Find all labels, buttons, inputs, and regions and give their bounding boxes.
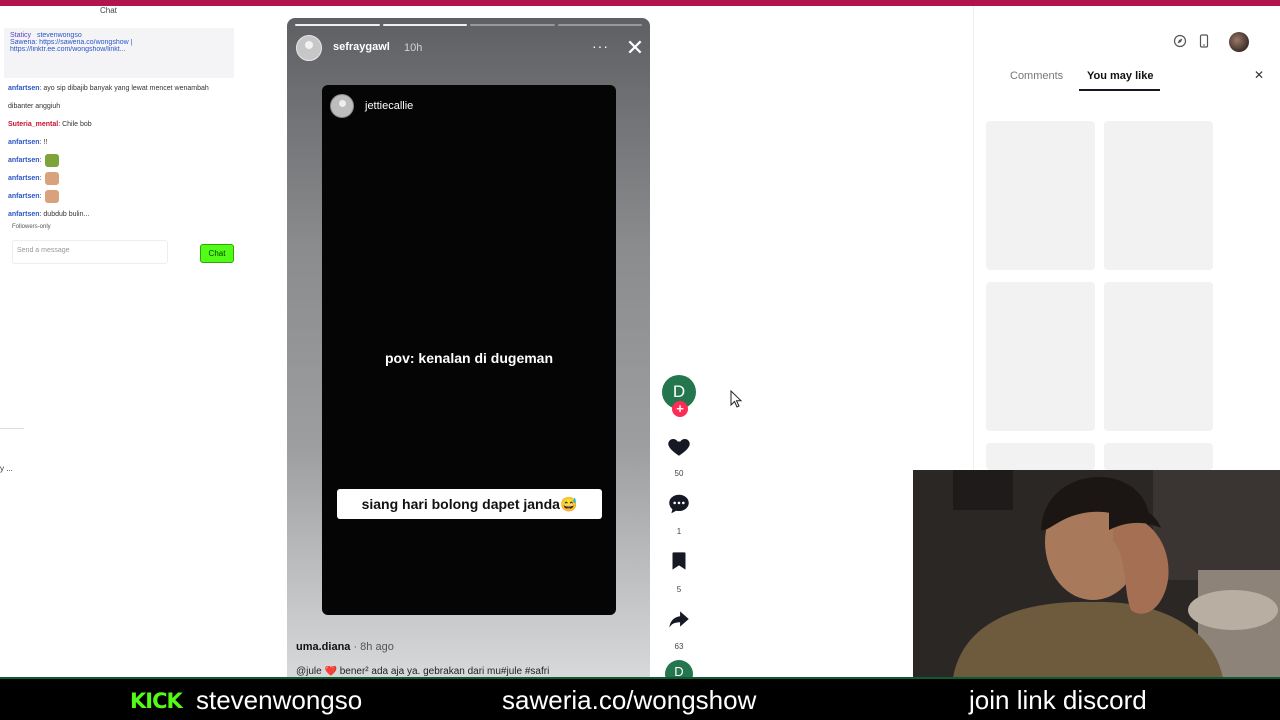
video-player[interactable]: jettiecallie pov: kenalan di dugeman sia… — [322, 85, 616, 615]
suggestion-thumbnail[interactable] — [986, 443, 1095, 470]
streamer-image — [913, 470, 1280, 678]
stream-bottom-bar: KICK stevenwongso saweria.co/wongshow jo… — [0, 677, 1280, 720]
chat-text: ayo sip dibajib banyak yang lewat mencet… — [43, 85, 209, 92]
chat-username[interactable]: anfartsen — [8, 157, 40, 164]
bookmark-icon — [672, 552, 686, 570]
comment-button[interactable] — [666, 491, 692, 517]
like-count: 50 — [674, 469, 684, 478]
chat-message: Suteria_mental: Chile bob — [8, 121, 92, 128]
suggestion-thumbnail[interactable] — [1104, 443, 1213, 470]
right-side-panel: Comments You may like ✕ — [973, 6, 1280, 470]
pinned-line-2[interactable]: https://linktr.ee.com/wongshow/linkt... — [10, 46, 228, 53]
suggestion-thumbnail[interactable] — [986, 282, 1095, 431]
compass-icon[interactable] — [1173, 34, 1187, 48]
chat-message: anfartsen: — [8, 152, 234, 170]
chat-send-button[interactable]: Chat — [200, 244, 234, 263]
story-username[interactable]: sefraygawl — [333, 41, 390, 53]
kick-logo: KICK — [130, 689, 183, 713]
follow-plus-icon[interactable]: + — [672, 401, 688, 417]
chat-username[interactable]: anfartsen — [8, 139, 40, 146]
share-count: 63 — [674, 642, 684, 651]
chat-text: Chile bob — [62, 121, 92, 128]
chat-message-list: anfartsen: ayo sip dibajib banyak yang l… — [8, 80, 234, 224]
chat-message: anfartsen: ayo sip dibajib banyak yang l… — [8, 85, 209, 92]
video-avatar — [330, 94, 354, 118]
suggestion-thumbnail[interactable] — [986, 121, 1095, 270]
chat-text: !! — [43, 139, 48, 146]
divider — [0, 428, 24, 429]
suggestion-thumbnail[interactable] — [1104, 121, 1213, 270]
active-tab-underline — [1079, 89, 1160, 91]
mouse-cursor-icon — [730, 389, 743, 413]
emote-icon — [45, 153, 60, 167]
chat-username[interactable]: Suteria_mental — [8, 121, 58, 128]
chat-username[interactable]: anfartsen — [8, 211, 40, 218]
story-time: 10h — [404, 42, 423, 54]
chat-message: anfartsen: dubdub bulin... — [8, 211, 90, 218]
tab-comments[interactable]: Comments — [1010, 70, 1063, 82]
chat-pinned-message: Staticy stevenwongso Saweria: https://sa… — [4, 28, 234, 78]
share-button[interactable] — [666, 606, 692, 632]
suggestion-thumbnail[interactable] — [1104, 282, 1213, 431]
progress-segment — [382, 24, 467, 26]
story-author: uma.diana · 8h ago — [296, 641, 394, 653]
emote-icon — [45, 171, 60, 185]
pinned-mention[interactable]: stevenwongso — [37, 32, 82, 39]
close-icon[interactable]: ✕ — [624, 37, 646, 60]
webcam-feed — [913, 470, 1280, 678]
chat-panel: Chat Staticy stevenwongso Saweria: https… — [0, 6, 240, 266]
chat-input[interactable]: Send a message — [12, 240, 168, 264]
heart-icon — [668, 438, 690, 456]
story-viewer[interactable]: sefraygawl 10h ··· ✕ jettiecallie pov: k… — [287, 18, 650, 678]
chat-message: dibanter anggiuh — [8, 98, 234, 116]
followers-only-notice: Followers-only — [12, 224, 51, 230]
chat-username[interactable]: anfartsen — [8, 85, 40, 92]
video-overlay-text: pov: kenalan di dugeman — [384, 350, 554, 366]
discord-text: join link discord — [969, 685, 1147, 715]
channel-name: stevenwongso — [196, 685, 363, 715]
comment-count: 1 — [676, 527, 682, 536]
story-description: @jule ❤️ bener² ada aja ya. gebrakan dar… — [296, 666, 550, 677]
emote-icon — [45, 189, 60, 203]
tab-you-may-like[interactable]: You may like — [1087, 70, 1153, 82]
chat-title: Chat — [100, 6, 117, 15]
chat-message: anfartsen: — [8, 188, 234, 206]
save-button[interactable] — [666, 548, 692, 574]
more-options-icon[interactable]: ··· — [592, 38, 609, 54]
chat-username[interactable]: anfartsen — [8, 175, 40, 182]
author-name[interactable]: uma.diana — [296, 641, 350, 653]
phone-icon[interactable] — [1197, 34, 1211, 48]
close-panel-icon[interactable]: ✕ — [1254, 68, 1264, 82]
video-caption: siang hari bolong dapet janda😅 — [337, 489, 602, 519]
progress-segment — [470, 24, 555, 26]
chat-text: dibanter anggiuh — [8, 103, 61, 110]
progress-segment — [295, 24, 380, 26]
story-progress — [295, 24, 642, 26]
video-username: jettiecallie — [365, 100, 414, 112]
saweria-link: saweria.co/wongshow — [502, 685, 757, 715]
progress-segment — [557, 24, 642, 26]
side-text-fragment: y ... — [0, 464, 13, 473]
story-avatar[interactable] — [296, 35, 322, 61]
share-arrow-icon — [669, 611, 689, 628]
chat-message: anfartsen: — [8, 170, 234, 188]
pinned-line-1[interactable]: Saweria: https://saweria.co/wongshow | — [10, 39, 228, 46]
pinned-user: Staticy — [10, 32, 32, 39]
save-count: 5 — [676, 585, 682, 594]
chat-message: anfartsen: !! — [8, 139, 48, 146]
like-button[interactable] — [666, 433, 692, 459]
chat-username[interactable]: anfartsen — [8, 193, 40, 200]
profile-avatar[interactable] — [1229, 32, 1249, 52]
author-time: · 8h ago — [350, 641, 394, 653]
chat-text: dubdub bulin... — [43, 211, 90, 218]
comment-icon — [669, 494, 689, 514]
